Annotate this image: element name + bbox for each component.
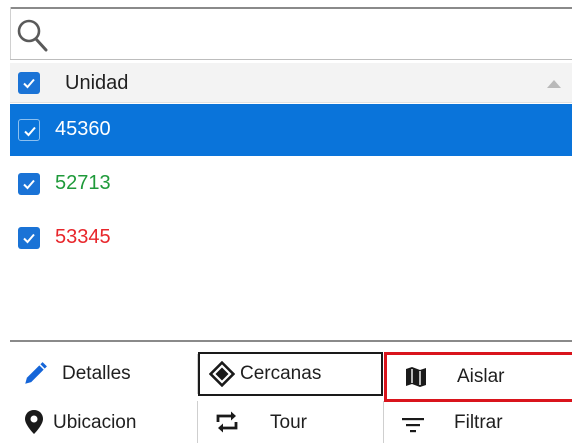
toolbar-divider bbox=[10, 340, 572, 342]
details-button[interactable]: Detalles bbox=[10, 354, 198, 394]
tour-button[interactable]: Tour bbox=[198, 401, 384, 443]
row-checkbox[interactable] bbox=[18, 173, 40, 195]
row-label: 52713 bbox=[55, 172, 111, 194]
directions-diamond-icon bbox=[209, 361, 235, 387]
search-input[interactable] bbox=[58, 16, 562, 54]
search-bar-bottom-border bbox=[10, 59, 572, 60]
sort-ascending-icon[interactable] bbox=[547, 80, 561, 88]
list-row-53345[interactable]: 53345 bbox=[10, 212, 572, 264]
repeat-icon bbox=[216, 411, 238, 433]
details-label: Detalles bbox=[62, 363, 131, 384]
row-checkbox[interactable] bbox=[18, 227, 40, 249]
nearby-button[interactable]: Cercanas bbox=[198, 352, 383, 396]
row-checkbox[interactable] bbox=[18, 119, 40, 141]
check-icon bbox=[24, 126, 36, 137]
search-bar-left-border bbox=[10, 7, 11, 59]
column-header-unidad[interactable]: Unidad bbox=[65, 72, 128, 95]
row-label: 53345 bbox=[55, 226, 111, 248]
select-all-checkbox[interactable] bbox=[18, 72, 40, 94]
check-icon bbox=[23, 78, 35, 89]
row-label: 45360 bbox=[55, 118, 111, 140]
location-label: Ubicacion bbox=[53, 412, 137, 433]
check-icon bbox=[23, 233, 35, 244]
nearby-label: Cercanas bbox=[240, 363, 322, 384]
filter-label: Filtrar bbox=[454, 412, 503, 433]
filter-button[interactable]: Filtrar bbox=[384, 403, 572, 445]
list-header: Unidad bbox=[10, 63, 572, 103]
location-pin-icon bbox=[25, 410, 43, 434]
list-row-52713[interactable]: 52713 bbox=[10, 158, 572, 210]
pencil-icon bbox=[25, 362, 47, 384]
tour-label: Tour bbox=[270, 412, 307, 433]
search-bar-top-border bbox=[10, 7, 572, 9]
map-icon bbox=[406, 367, 426, 387]
search-icon[interactable] bbox=[16, 18, 48, 52]
list-row-45360[interactable]: 45360 bbox=[10, 104, 572, 156]
isolate-label: Aislar bbox=[457, 366, 505, 387]
search-bar bbox=[0, 0, 572, 62]
filter-icon bbox=[402, 418, 424, 433]
isolate-button[interactable]: Aislar bbox=[384, 352, 572, 402]
check-icon bbox=[23, 179, 35, 190]
location-button[interactable]: Ubicacion bbox=[10, 401, 198, 443]
